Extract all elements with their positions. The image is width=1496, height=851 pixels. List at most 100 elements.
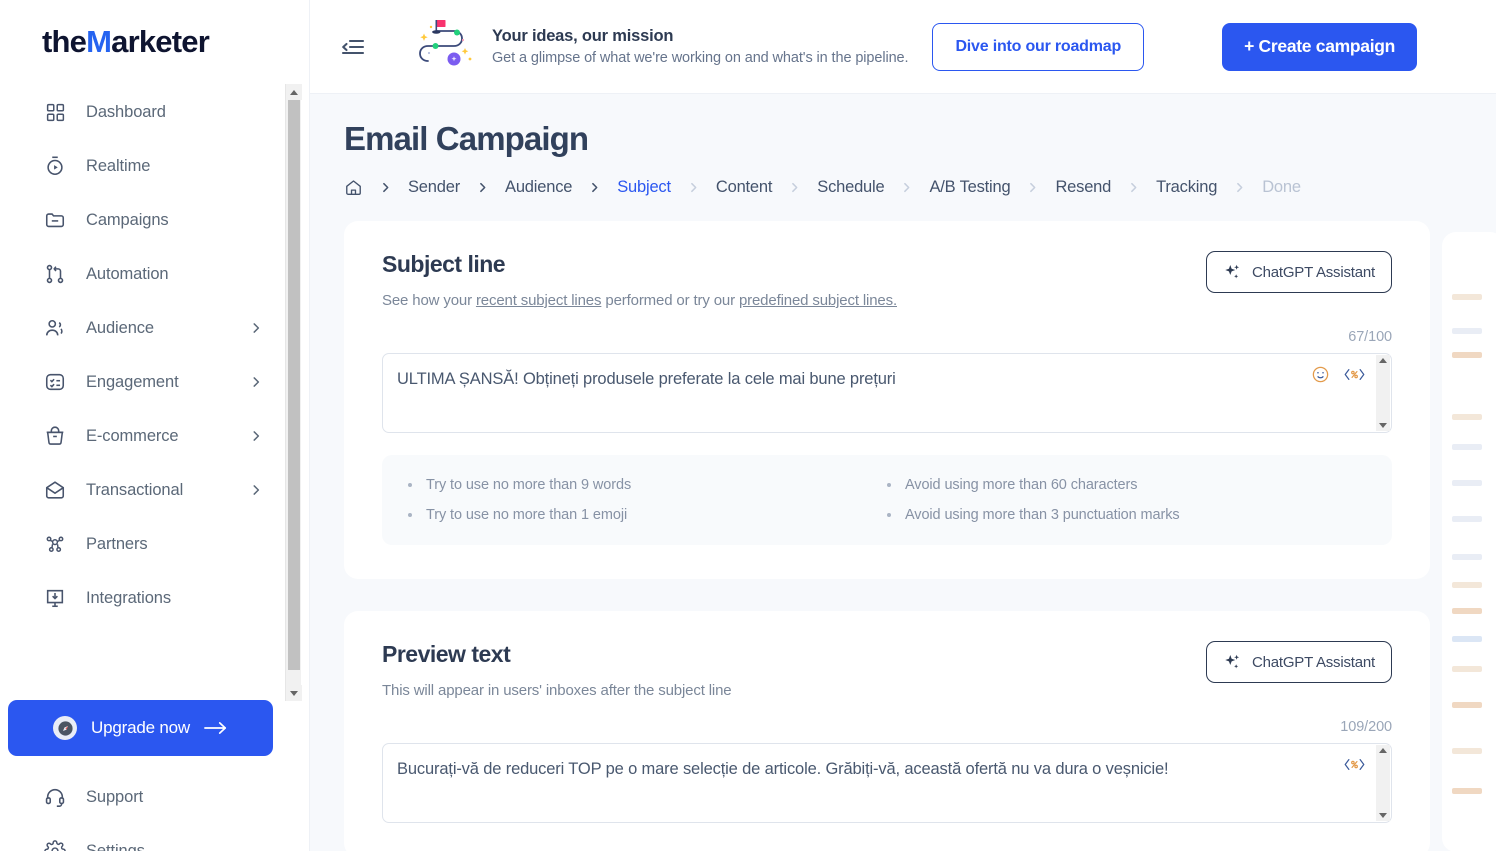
preview-field-icons [1344,755,1365,774]
preview-card-description: This will appear in users' inboxes after… [382,682,732,699]
breadcrumb-separator [900,181,913,194]
merge-tag-icon[interactable] [1344,755,1365,774]
predefined-subject-lines-link[interactable]: predefined subject lines. [739,292,897,309]
scrollbar-thumb[interactable] [288,100,300,670]
sidebar-item-label: Realtime [86,156,151,175]
sidebar-item-settings[interactable]: Settings [0,824,309,851]
sidebar-item-audience[interactable]: Audience [0,301,279,355]
tip-item: Avoid using more than 60 characters [887,477,1366,493]
scroll-up-button[interactable] [286,84,302,100]
sidebar-item-transactional[interactable]: Transactional [0,463,279,517]
breadcrumb-separator [588,181,601,194]
breadcrumb-item-resend[interactable]: Resend [1055,178,1111,197]
tip-label: Avoid using more than 60 characters [905,477,1138,493]
breadcrumb-item-tracking[interactable]: Tracking [1156,178,1217,197]
banner-title: Your ideas, our mission [492,27,674,45]
breadcrumb-separator [788,181,801,194]
sidebar-item-engagement[interactable]: Engagement [0,355,279,409]
sidebar-item-ecommerce[interactable]: E-commerce [0,409,279,463]
breadcrumb-separator [476,181,489,194]
subject-field-scrollbar[interactable] [1376,355,1390,431]
scroll-up-button[interactable] [1379,748,1387,753]
preview-text-value[interactable]: Bucurați-vă de reduceri TOP pe o mare se… [383,744,1246,822]
scroll-down-button[interactable] [286,685,302,701]
side-panel-peek[interactable] [1442,232,1496,851]
preview-text-card: Preview text This will appear in users' … [344,611,1430,851]
breadcrumb-separator [1026,181,1039,194]
preview-chatgpt-assistant-button[interactable]: ChatGPT Assistant [1205,641,1392,683]
dive-into-roadmap-button[interactable]: Dive into our roadmap [932,22,1145,71]
brand-logo[interactable]: theMarketer [0,0,309,75]
partners-icon [42,531,68,557]
subject-card-header: Subject line See how your recent subject… [382,251,1392,309]
upgrade-now-button[interactable]: Upgrade now [8,700,273,756]
subject-line-input[interactable]: ULTIMA ȘANSĂ! Obțineți produsele prefera… [382,353,1392,433]
scroll-up-button[interactable] [1379,358,1387,363]
compass-icon [53,716,78,740]
app-root: theMarketer Dashboard Realtime Campaigns… [0,0,1496,851]
sidebar-item-label: Automation [86,264,169,283]
stopwatch-icon [42,153,68,179]
sidebar-item-label: Engagement [86,372,179,391]
preview-field-scrollbar[interactable] [1376,745,1390,821]
main-area: Your ideas, our mission Get a glimpse of… [310,0,1496,851]
sidebar-item-label: E-commerce [86,426,179,445]
breadcrumb-separator [1127,181,1140,194]
sidebar-item-dashboard[interactable]: Dashboard [0,85,279,139]
banner-subtitle: Get a glimpse of what we're working on a… [492,50,909,66]
chevron-right-icon [249,429,263,443]
logo-text-rest: arketer [111,24,210,59]
sidebar-item-partners[interactable]: Partners [0,517,279,571]
breadcrumb-separator [687,181,700,194]
checklist-icon [42,369,68,395]
sidebar-item-support[interactable]: Support [0,770,309,824]
folder-minus-icon [42,207,68,233]
sidebar-scrollbar[interactable] [285,84,302,701]
breadcrumb-separator [379,181,392,194]
subject-chatgpt-assistant-button[interactable]: ChatGPT Assistant [1205,251,1392,293]
breadcrumb-item-audience[interactable]: Audience [505,178,572,197]
users-icon [42,315,68,341]
breadcrumb-item-ab-testing[interactable]: A/B Testing [929,178,1010,197]
roadmap-path-icon [416,15,478,78]
collapse-sidebar-icon[interactable] [336,30,370,64]
tip-item: Try to use no more than 9 words [408,477,887,493]
bullet-dot [408,513,412,517]
preview-card-title: Preview text [382,641,511,667]
page-content: Email Campaign Sender Audience Subject C… [310,94,1496,851]
home-icon[interactable] [344,178,363,197]
breadcrumb-item-schedule[interactable]: Schedule [817,178,884,197]
sidebar-item-campaigns[interactable]: Campaigns [0,193,279,247]
sidebar-item-automation[interactable]: Automation [0,247,279,301]
tip-item: Try to use no more than 1 emoji [408,507,887,523]
scroll-down-button[interactable] [1379,423,1387,428]
sidebar-item-label: Transactional [86,480,184,499]
sidebar-item-integrations[interactable]: Integrations [0,571,279,625]
arrow-right-icon [204,720,228,736]
desc-middle: performed or try our [601,292,739,309]
tip-label: Try to use no more than 1 emoji [426,507,628,523]
subject-field-icons [1311,365,1365,384]
bullet-dot [887,483,891,487]
breadcrumb-item-done: Done [1262,178,1301,196]
emoji-smiley-icon[interactable] [1311,365,1330,384]
scroll-down-button[interactable] [1379,813,1387,818]
sidebar-item-realtime[interactable]: Realtime [0,139,279,193]
breadcrumb-item-subject[interactable]: Subject [617,178,671,197]
sidebar: theMarketer Dashboard Realtime Campaigns… [0,0,310,851]
recent-subject-lines-link[interactable]: recent subject lines [476,292,602,309]
breadcrumb-item-sender[interactable]: Sender [408,178,460,197]
subject-line-value[interactable]: ULTIMA ȘANSĂ! Obțineți produsele prefera… [383,354,974,432]
merge-tag-icon[interactable] [1344,365,1365,384]
preview-char-counter: 109/200 [1340,719,1392,735]
gear-icon [42,838,68,851]
breadcrumb-item-content[interactable]: Content [716,178,773,197]
subject-tips-box: Try to use no more than 9 words Avoid us… [382,455,1392,545]
create-campaign-button[interactable]: + Create campaign [1222,22,1418,71]
headset-icon [42,784,68,810]
gpt-button-label: ChatGPT Assistant [1251,653,1375,671]
sidebar-item-label: Audience [86,318,155,337]
roadmap-banner-text: Your ideas, our mission Get a glimpse of… [492,27,909,66]
preview-text-input[interactable]: Bucurați-vă de reduceri TOP pe o mare se… [382,743,1392,823]
sidebar-item-label: Settings [86,841,145,851]
